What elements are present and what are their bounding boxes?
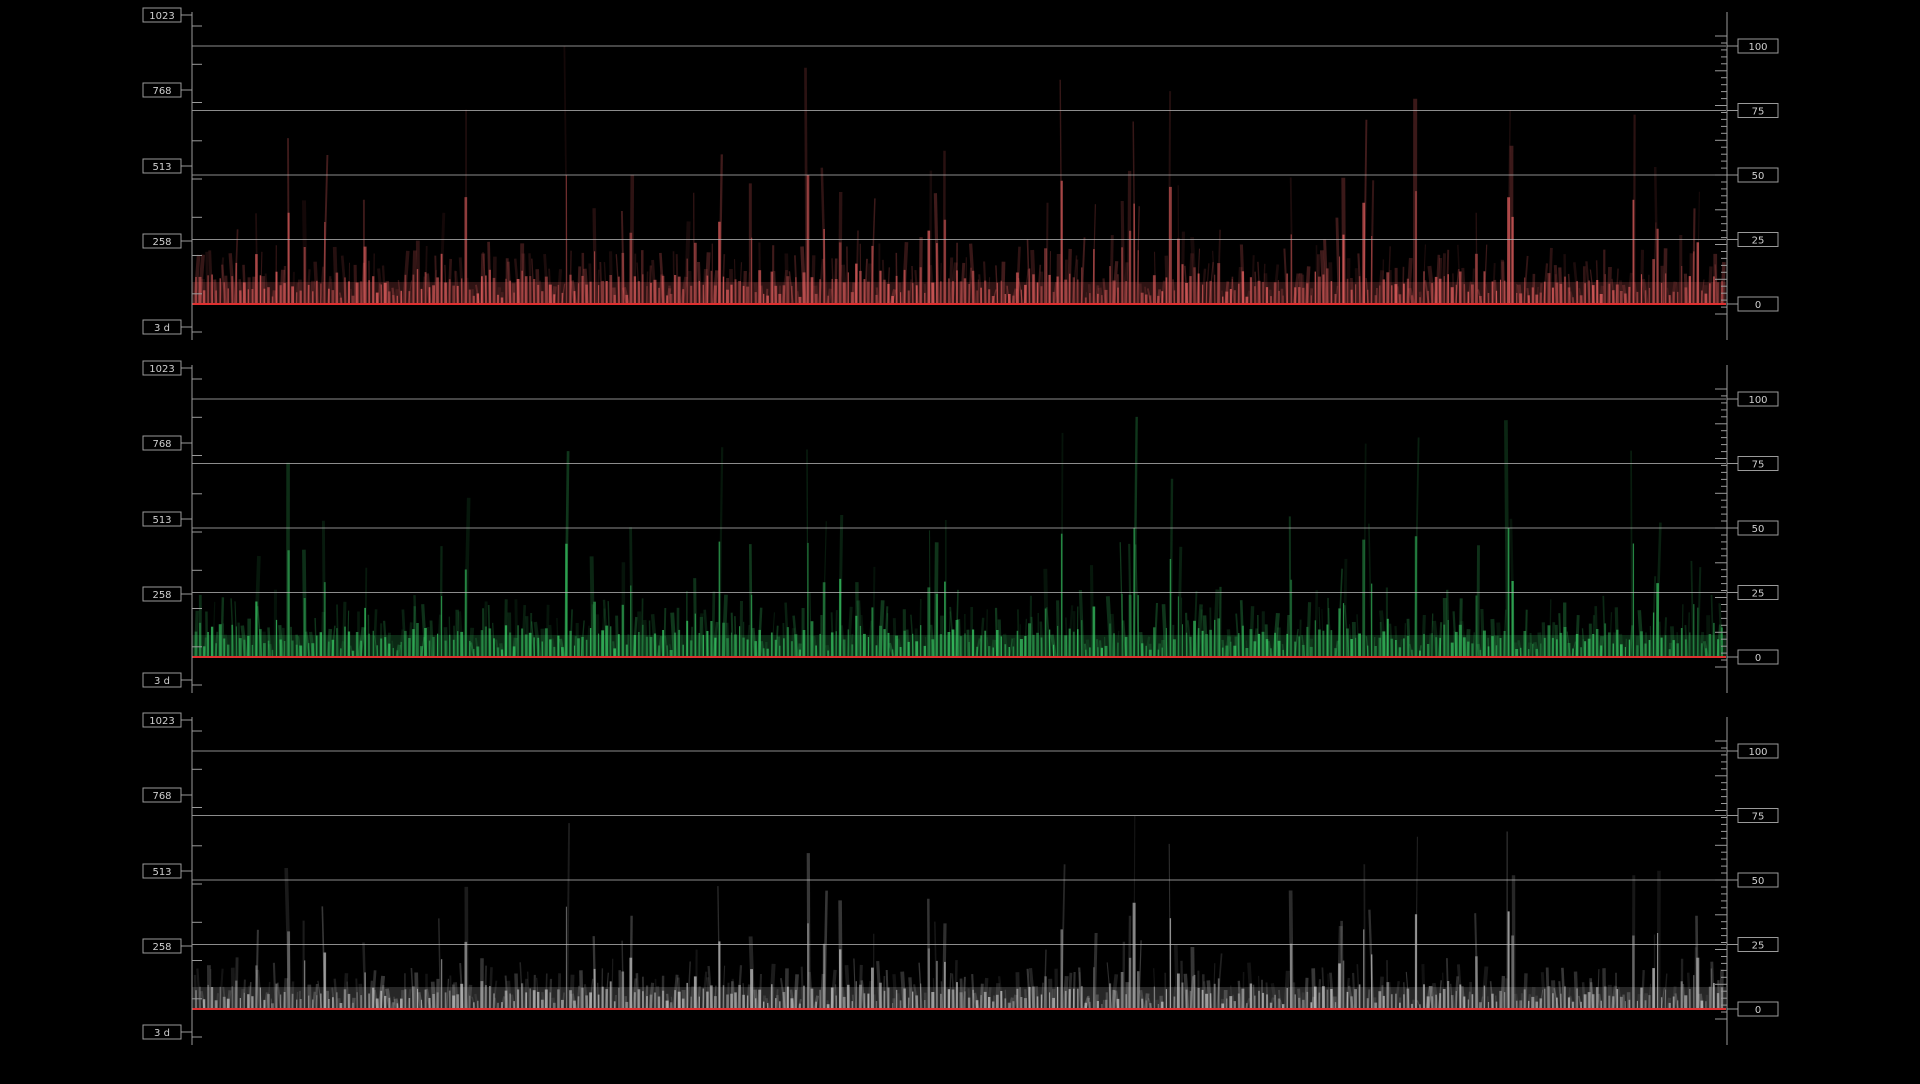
left-scale-label: 1023 xyxy=(143,8,192,22)
left-scale-label: 258 xyxy=(143,939,192,953)
left-scale-label: 768 xyxy=(143,83,192,97)
left-scale-label-text: 258 xyxy=(152,590,171,601)
trace-haze xyxy=(720,154,722,304)
right-scale-label: 100 xyxy=(1727,744,1778,758)
left-scale-label-text: 1023 xyxy=(149,11,174,22)
right-scale-label: 25 xyxy=(1727,233,1778,247)
left-scale-label-text: 768 xyxy=(152,439,171,450)
right-scale-label-text: 50 xyxy=(1752,876,1765,887)
trace-haze xyxy=(567,823,569,1009)
right-scale-label: 50 xyxy=(1727,521,1778,535)
green-channel-trace xyxy=(192,417,1726,657)
right-scale-label-text: 75 xyxy=(1752,812,1765,823)
left-scale-label: 513 xyxy=(143,512,192,526)
left-scale-label-text: 1023 xyxy=(149,364,174,375)
right-scale-label: 100 xyxy=(1727,39,1778,53)
left-scale-label-text: 768 xyxy=(152,86,171,97)
trace-haze xyxy=(1134,417,1137,657)
left-scale-label-text: 3 d xyxy=(154,676,170,687)
left-scale-label: 258 xyxy=(143,234,192,248)
right-scale-label: 0 xyxy=(1727,1002,1778,1016)
waveform-panel-green: 1023 768 513 258 3 d 100 75 50 25 0 xyxy=(143,361,1778,693)
right-scale-label-text: 100 xyxy=(1748,395,1767,406)
trace-haze xyxy=(806,68,807,304)
left-scale-label: 768 xyxy=(143,436,192,450)
left-scale-label-text: 513 xyxy=(152,162,171,173)
left-scale-label: 258 xyxy=(143,587,192,601)
right-scale-label: 75 xyxy=(1727,457,1778,471)
right-scale-label: 0 xyxy=(1727,297,1778,311)
right-scale-label-text: 0 xyxy=(1755,653,1761,664)
left-scale-label: 3 d xyxy=(143,320,192,334)
right-scale-label-text: 75 xyxy=(1752,107,1765,118)
trace-floor xyxy=(192,282,1726,304)
left-scale-label-text: 513 xyxy=(152,515,171,526)
right-scale-label: 25 xyxy=(1727,938,1778,952)
right-scale-label-text: 100 xyxy=(1748,42,1767,53)
right-scale-label: 75 xyxy=(1727,104,1778,118)
right-scale-label: 75 xyxy=(1727,809,1778,823)
left-scale-label: 513 xyxy=(143,864,192,878)
trace-floor xyxy=(192,987,1726,1009)
trace-haze xyxy=(1171,479,1173,657)
trace-haze xyxy=(1169,91,1170,304)
left-scale-label: 3 d xyxy=(143,673,192,687)
left-scale-label-text: 258 xyxy=(152,237,171,248)
left-scale-label-text: 3 d xyxy=(154,1028,170,1039)
waveform-panel-red: 1023 768 513 258 3 d 100 75 50 25 0 xyxy=(143,8,1778,340)
right-scale-label: 100 xyxy=(1727,392,1778,406)
left-scale-label: 768 xyxy=(143,788,192,802)
right-scale-label-text: 25 xyxy=(1752,941,1765,952)
waveform-display: 1023 768 513 258 3 d 100 75 50 25 0 1023 768 513 258 3… xyxy=(0,0,1920,1080)
trace-haze xyxy=(807,450,808,658)
trace-floor xyxy=(192,635,1726,657)
right-scale-label-text: 0 xyxy=(1755,300,1761,311)
right-scale-label: 50 xyxy=(1727,168,1778,182)
trace-haze xyxy=(288,138,289,304)
left-scale-label-text: 3 d xyxy=(154,323,170,334)
right-scale-label-text: 50 xyxy=(1752,171,1765,182)
rgb-parade-scope: 1023 768 513 258 3 d 100 75 50 25 0 1023 768 513 258 3… xyxy=(0,0,1920,1080)
trace-haze xyxy=(1506,420,1508,657)
right-scale-label-text: 75 xyxy=(1752,460,1765,471)
trace-haze xyxy=(465,498,469,657)
right-scale-label-text: 0 xyxy=(1755,1005,1761,1016)
left-scale-label-text: 513 xyxy=(152,867,171,878)
left-scale-label-text: 768 xyxy=(152,791,171,802)
right-scale-label-text: 50 xyxy=(1752,524,1765,535)
trace-haze xyxy=(1062,433,1063,657)
trace-haze xyxy=(719,447,722,657)
right-scale-label-text: 25 xyxy=(1752,236,1765,247)
left-scale-label: 1023 xyxy=(143,361,192,375)
trace-haze xyxy=(1169,844,1170,1009)
blue-channel-trace xyxy=(192,816,1726,1009)
left-scale-label-text: 258 xyxy=(152,942,171,953)
trace-haze xyxy=(1631,451,1632,657)
trace-haze xyxy=(808,853,809,1009)
waveform-panel-blue: 1023 768 513 258 3 d 100 75 50 25 0 xyxy=(143,713,1778,1045)
right-scale-label-text: 100 xyxy=(1748,747,1767,758)
left-scale-label: 3 d xyxy=(143,1025,192,1039)
right-scale-label-text: 25 xyxy=(1752,589,1765,600)
trace-haze xyxy=(565,451,568,657)
left-scale-label: 513 xyxy=(143,159,192,173)
right-scale-label: 25 xyxy=(1727,586,1778,600)
right-scale-label: 50 xyxy=(1727,873,1778,887)
right-scale-label: 0 xyxy=(1727,650,1778,664)
left-scale-label: 1023 xyxy=(143,713,192,727)
trace-haze xyxy=(1060,80,1062,304)
left-scale-label-text: 1023 xyxy=(149,716,174,727)
